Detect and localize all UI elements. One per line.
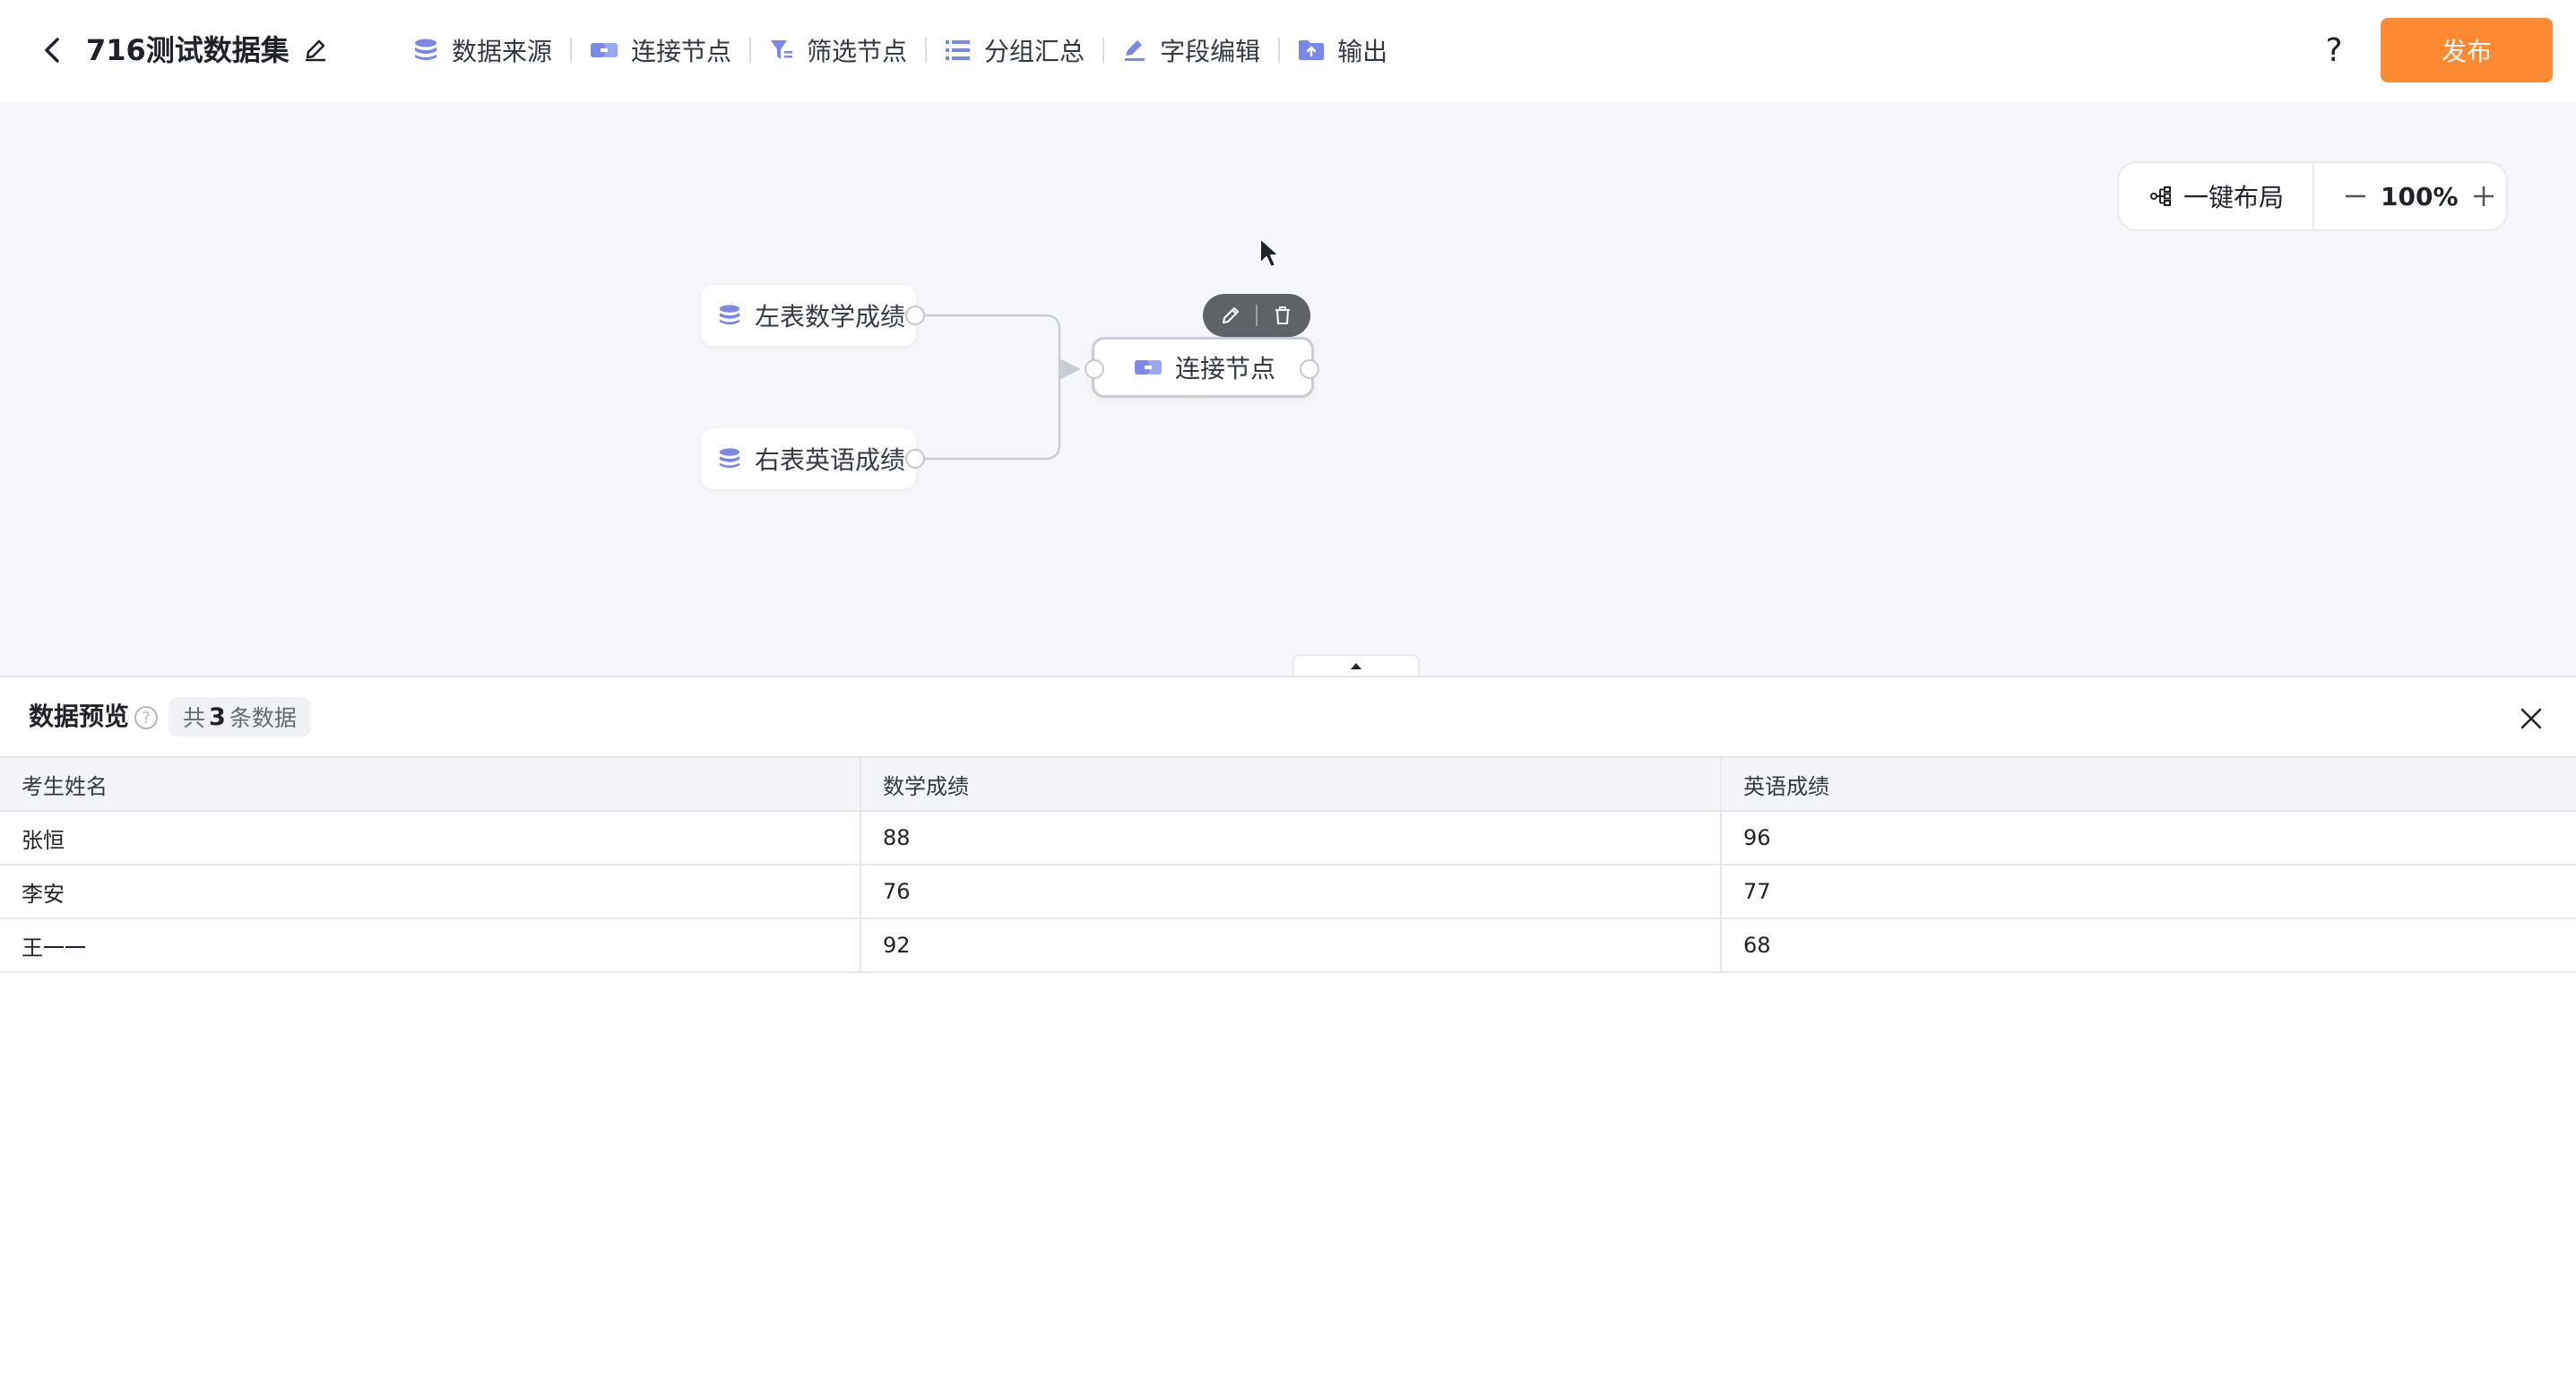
preview-header: 数据预览 ? 共 3 条数据 [0, 677, 2576, 756]
node-action-bar [1203, 294, 1310, 337]
table-cell: 李安 [0, 864, 861, 919]
count-suffix: 条数据 [229, 705, 297, 731]
table-cell: 77 [1720, 864, 2576, 919]
edit-field-icon [1125, 40, 1145, 61]
data-preview-panel: 数据预览 ? 共 3 条数据 考生姓名 数学成绩 英语成绩 张恒 88 96 李… [0, 676, 2576, 1387]
node-right-table[interactable]: 右表英语成绩 [701, 428, 916, 489]
node-left-table[interactable]: 左表数学成绩 [701, 285, 916, 346]
flow-canvas[interactable]: 一键布局 100% 左表数学成绩 右表英语成绩 连接节点 [0, 102, 2576, 676]
column-header[interactable]: 英语成绩 [1720, 756, 2576, 812]
pencil-icon [1223, 307, 1239, 323]
toolbar-field-edit[interactable]: 字段编辑 [1104, 25, 1278, 75]
chevron-left-icon [45, 38, 59, 63]
table-row: 李安 76 77 [0, 864, 2576, 919]
table-cell: 王一一 [0, 917, 861, 973]
filter-icon [771, 40, 793, 59]
node-left-table-label: 左表数学成绩 [755, 302, 906, 332]
table-row: 王一一 92 68 [0, 917, 2576, 973]
delete-node-button[interactable] [1265, 297, 1301, 333]
question-circle-icon[interactable]: ? [134, 706, 158, 729]
count-prefix: 共 [183, 705, 206, 731]
node-right-table-label: 右表英语成绩 [755, 445, 906, 475]
dataset-title: 716测试数据集 [86, 33, 290, 67]
trash-icon [1275, 306, 1290, 324]
toolbar-output-label: 输出 [1337, 37, 1388, 66]
table-cell: 76 [860, 864, 1722, 919]
toolbar-data-source[interactable]: 数据来源 [394, 25, 570, 75]
back-button[interactable] [32, 30, 72, 70]
close-icon [2520, 708, 2542, 729]
output-folder-icon [1299, 40, 1325, 60]
node-toolbar: 数据来源 连接节点 筛选节点 分组汇总 字段编辑 输出 [394, 25, 1405, 75]
node-join-label: 连接节点 [1175, 354, 1276, 383]
column-header[interactable]: 数学成绩 [860, 756, 1722, 812]
close-preview-button[interactable] [2511, 699, 2551, 738]
row-count-badge: 共 3 条数据 [169, 697, 311, 737]
node-join[interactable]: 连接节点 [1092, 337, 1314, 398]
toolbar-group-summary[interactable]: 分组汇总 [927, 25, 1102, 75]
table-row: 张恒 88 96 [0, 810, 2576, 866]
table-cell: 96 [1720, 810, 2576, 866]
column-header[interactable]: 考生姓名 [0, 756, 861, 812]
preview-title: 数据预览 [29, 702, 130, 731]
join-icon [591, 43, 618, 57]
database-icon [719, 448, 740, 469]
table-cell: 88 [860, 810, 1722, 866]
preview-table: 考生姓名 数学成绩 英语成绩 张恒 88 96 李安 76 77 王一一 92 … [0, 756, 2576, 973]
toolbar-join-node-label: 连接节点 [631, 37, 732, 66]
pencil-icon [305, 39, 326, 62]
table-cell: 张恒 [0, 810, 861, 866]
database-icon [415, 39, 437, 60]
node-right-output-port[interactable] [905, 449, 925, 469]
publish-button[interactable]: 发布 [2381, 18, 2553, 82]
table-header-row: 考生姓名 数学成绩 英语成绩 [0, 756, 2576, 812]
join-icon [1135, 360, 1162, 375]
toolbar-join-node[interactable]: 连接节点 [572, 25, 749, 75]
node-join-output-port[interactable] [1300, 359, 1319, 379]
caret-up-icon [1351, 663, 1361, 669]
mouse-cursor-icon [1259, 237, 1280, 268]
group-icon [946, 40, 971, 60]
help-button[interactable]: ? [2316, 29, 2352, 72]
database-icon [719, 305, 740, 325]
table-cell: 68 [1720, 917, 2576, 973]
table-cell: 92 [860, 917, 1722, 973]
toolbar-filter-node[interactable]: 筛选节点 [751, 25, 925, 75]
toolbar-filter-node-label: 筛选节点 [807, 37, 908, 66]
node-join-input-port[interactable] [1085, 359, 1104, 379]
action-divider [1256, 305, 1258, 326]
edit-title-button[interactable] [299, 34, 332, 66]
toolbar-data-source-label: 数据来源 [452, 37, 553, 66]
toolbar-group-summary-label: 分组汇总 [984, 37, 1085, 66]
node-left-output-port[interactable] [905, 306, 925, 325]
toolbar-output[interactable]: 输出 [1280, 25, 1405, 75]
toolbar-field-edit-label: 字段编辑 [1160, 37, 1261, 66]
edit-node-button[interactable] [1213, 297, 1249, 333]
toggle-preview-button[interactable] [1292, 654, 1420, 676]
row-count: 3 [209, 702, 226, 731]
top-header: 716测试数据集 数据来源 连接节点 筛选节点 分组汇总 字段编辑 输出 ? 发… [0, 0, 2576, 102]
